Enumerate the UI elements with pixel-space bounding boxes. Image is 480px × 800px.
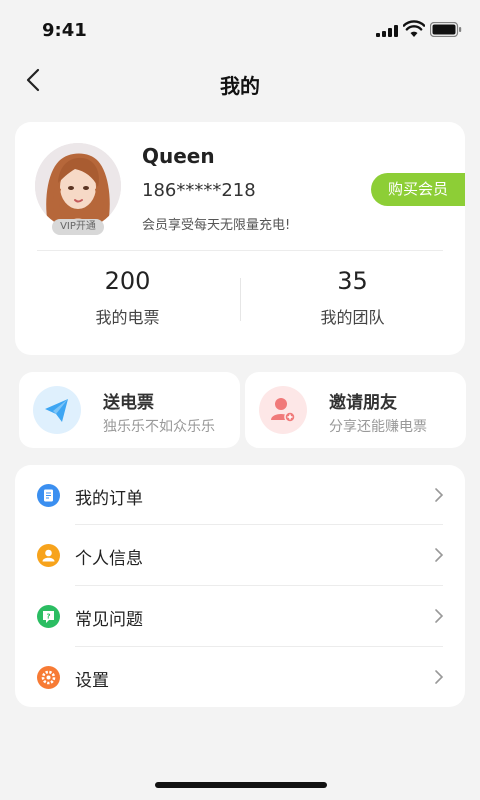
invite-friend-subtitle: 分享还能赚电票 [329, 419, 427, 435]
chevron-right-icon [435, 488, 444, 502]
order-icon [37, 484, 60, 507]
divider [37, 250, 443, 251]
signal-icon [376, 25, 398, 37]
menu-item-settings-label: 设置 [75, 671, 109, 691]
chevron-right-icon [435, 609, 444, 623]
invite-friend-card[interactable]: 邀请朋友 分享还能赚电票 [245, 372, 466, 448]
profile-icon [37, 544, 60, 567]
buy-membership-button[interactable]: 购买会员 [371, 173, 465, 206]
stat-tickets-value: 200 [104, 267, 151, 295]
chevron-right-icon [435, 548, 444, 562]
invite-friend-title: 邀请朋友 [329, 393, 397, 413]
user-name: Queen [142, 144, 215, 168]
menu-card: 我的订单 个人信息 ? 常见问题 设置 [15, 465, 465, 707]
send-ticket-subtitle: 独乐乐不如众乐乐 [103, 419, 215, 435]
stat-team[interactable]: 35 我的团队 [240, 267, 465, 328]
menu-item-faq-label: 常见问题 [75, 610, 143, 630]
faq-icon: ? [37, 605, 60, 628]
menu-item-faq[interactable]: ? 常见问题 [15, 586, 465, 646]
status-bar: 9:41 [0, 0, 480, 60]
stat-team-label: 我的团队 [320, 308, 385, 327]
battery-icon [430, 22, 462, 37]
menu-item-orders-label: 我的订单 [75, 489, 143, 509]
stat-team-value: 35 [337, 267, 368, 295]
menu-item-orders[interactable]: 我的订单 [15, 465, 465, 525]
menu-item-profile-label: 个人信息 [75, 549, 143, 569]
svg-text:?: ? [46, 613, 50, 621]
chevron-right-icon [435, 670, 444, 684]
page-title: 我的 [220, 74, 260, 98]
send-ticket-card[interactable]: 送电票 独乐乐不如众乐乐 [19, 372, 240, 448]
member-note: 会员享受每天无限量充电! [142, 218, 291, 233]
status-time: 9:41 [42, 20, 87, 41]
stat-tickets-label: 我的电票 [95, 308, 160, 327]
avatar[interactable] [35, 143, 121, 229]
profile-card: VIP开通 Queen 186*****218 会员享受每天无限量充电! 购买会… [15, 122, 465, 355]
stat-tickets[interactable]: 200 我的电票 [15, 267, 240, 328]
paper-plane-icon [33, 386, 81, 434]
send-ticket-title: 送电票 [103, 393, 154, 413]
home-indicator[interactable] [155, 782, 327, 788]
add-user-icon [259, 386, 307, 434]
wifi-icon [403, 20, 425, 37]
vip-badge[interactable]: VIP开通 [52, 219, 104, 235]
avatar-container[interactable]: VIP开通 [35, 143, 121, 235]
user-phone: 186*****218 [142, 180, 256, 201]
settings-icon [37, 666, 60, 689]
menu-item-settings[interactable]: 设置 [15, 647, 465, 707]
menu-item-profile[interactable]: 个人信息 [15, 525, 465, 585]
